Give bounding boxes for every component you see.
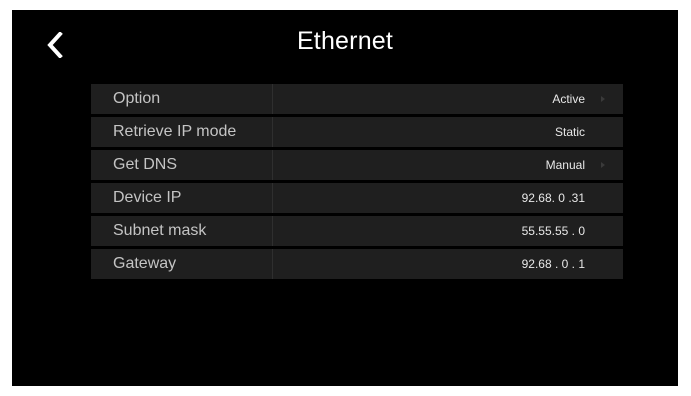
setting-row-retrieve-ip-mode[interactable]: Retrieve IP mode Static [91,117,623,147]
chevron-right-icon [601,96,605,102]
setting-row-option[interactable]: Option Active [91,84,623,114]
setting-value: Static [554,125,585,139]
setting-row-get-dns[interactable]: Get DNS Manual [91,150,623,180]
setting-label: Retrieve IP mode [91,117,273,147]
setting-value: Manual [545,158,585,172]
chevron-right-icon [601,162,605,168]
setting-value: Active [552,92,585,106]
setting-value: 55.55.55 . 0 [521,224,585,238]
setting-row-subnet-mask[interactable]: Subnet mask 55.55.55 . 0 [91,216,623,246]
setting-row-gateway[interactable]: Gateway 92.68 . 0 . 1 [91,249,623,279]
ethernet-screen: Ethernet Option Active Retrieve IP mode … [12,10,678,386]
setting-row-device-ip[interactable]: Device IP 92.68. 0 .31 [91,183,623,213]
setting-value: 92.68. 0 .31 [521,191,585,205]
setting-label: Device IP [91,183,273,213]
setting-label: Get DNS [91,150,273,180]
setting-label: Option [91,84,273,114]
setting-label: Subnet mask [91,216,273,246]
settings-list: Option Active Retrieve IP mode Static Ge… [91,84,623,282]
setting-value: 92.68 . 0 . 1 [521,257,585,271]
setting-label: Gateway [91,249,273,279]
page-title: Ethernet [296,27,394,55]
